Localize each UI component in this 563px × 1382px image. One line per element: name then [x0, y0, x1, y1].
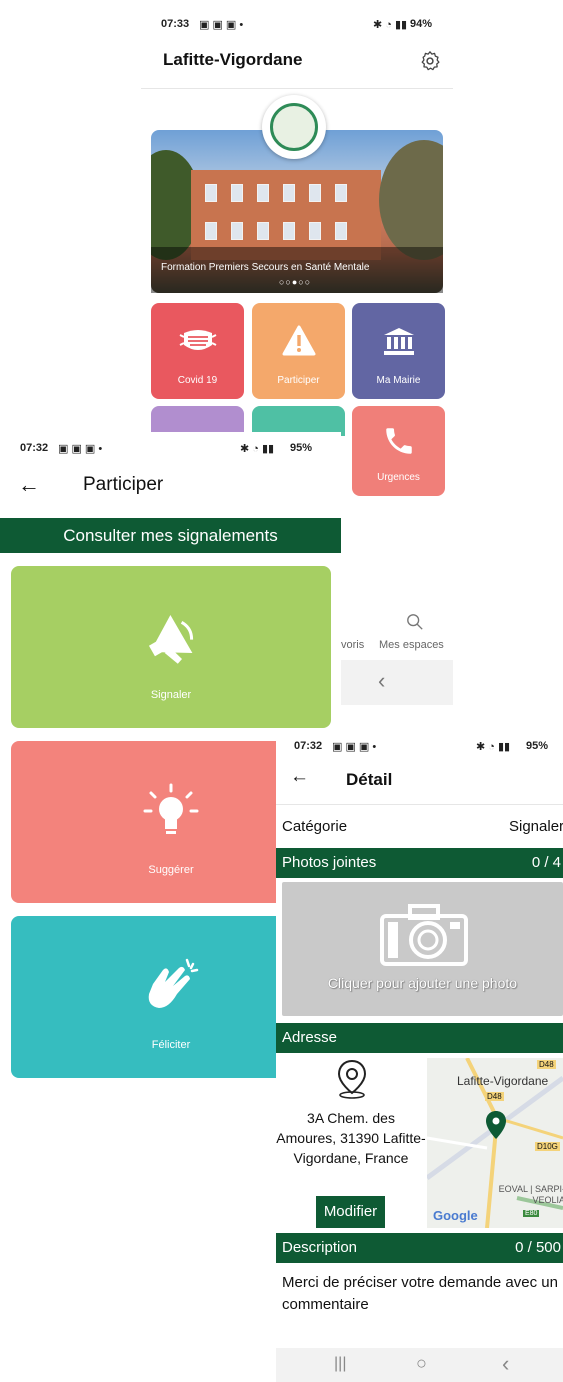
page-title: Participer — [83, 474, 164, 495]
map-marker-icon — [485, 1110, 507, 1145]
banner-caption: Formation Premiers Secours en Santé Ment… — [161, 262, 370, 273]
status-battery: 94% — [410, 18, 433, 30]
phone-icon — [352, 424, 445, 467]
header-divider — [141, 88, 453, 89]
address-text: 3A Chem. des Amoures, 31390 Lafitte-Vigo… — [276, 1110, 426, 1166]
map-road-label: D48 — [537, 1060, 556, 1069]
status-time: 07:32 — [20, 442, 49, 454]
detail-screen: 07:32 ▣ ▣ ▣ • ✱ ◔ ▮▮ 95% ← Détail Catégo… — [276, 728, 563, 1382]
tile-covid[interactable]: Covid 19 — [151, 303, 244, 399]
photos-section-header: Photos jointes 0 / 4 — [276, 848, 563, 878]
status-notification-icons: ▣ ▣ ▣ • — [58, 443, 103, 455]
tile-label: Participer — [277, 375, 320, 386]
nav-favoris-label[interactable]: voris — [341, 639, 364, 651]
home-bottom-nav-remnant: voris Mes espaces ‹ — [341, 605, 453, 705]
tile-ma-mairie[interactable]: Ma Mairie — [352, 303, 445, 399]
back-arrow-icon[interactable]: ← — [18, 472, 40, 498]
back-nav-button[interactable]: ‹ — [502, 1351, 509, 1377]
description-section-header: Description 0 / 500 — [276, 1233, 563, 1263]
lightbulb-icon — [143, 783, 199, 834]
modify-address-button[interactable]: Modifier — [316, 1196, 385, 1228]
status-battery: 95% — [290, 442, 313, 454]
card-signaler[interactable]: Signaler — [11, 566, 331, 728]
category-value: Signaler — [509, 818, 563, 835]
map-road-label: D48 — [485, 1092, 504, 1101]
add-photo-area[interactable]: Cliquer pour ajouter une photo — [282, 882, 563, 1016]
status-time: 07:32 — [294, 740, 323, 752]
camera-icon — [380, 904, 468, 966]
home-button[interactable]: ○ — [416, 1353, 427, 1374]
map-place-label: Lafitte-Vigordane — [457, 1074, 549, 1088]
add-photo-text: Cliquer pour ajouter une photo — [327, 975, 518, 991]
description-count: 0 / 500 — [515, 1239, 561, 1256]
header-divider — [276, 804, 563, 805]
description-input[interactable]: Merci de préciser votre demande avec un … — [282, 1272, 563, 1316]
megaphone-icon — [148, 614, 194, 664]
townhall-icon — [352, 325, 445, 366]
status-signal-icons: ✱ ◔ ▮▮ — [240, 443, 275, 455]
status-notification-icons: ▣ ▣ ▣ • — [199, 19, 244, 31]
system-nav-bar: ||| ○ ‹ — [276, 1348, 563, 1382]
status-battery: 95% — [526, 740, 549, 752]
search-icon[interactable] — [406, 613, 424, 636]
carousel-dots[interactable]: ○○●○○ — [279, 277, 311, 287]
town-logo — [262, 95, 326, 159]
recent-apps-button[interactable]: ||| — [334, 1355, 346, 1373]
google-logo: Google — [433, 1208, 478, 1223]
page-title: Lafitte-Vigordane — [163, 50, 303, 69]
category-label: Catégorie — [282, 818, 348, 835]
status-notification-icons: ▣ ▣ ▣ • — [332, 741, 377, 753]
consult-reports-button[interactable]: Consulter mes signalements — [0, 518, 341, 553]
location-map[interactable]: D48 Lafitte-Vigordane D48 D10G EOVAL | S… — [427, 1058, 563, 1228]
map-road-label: E80 — [523, 1210, 540, 1217]
tile-urgences[interactable]: Urgences — [352, 406, 445, 496]
back-nav-button[interactable]: ‹ — [378, 668, 385, 694]
gear-icon[interactable] — [419, 50, 441, 72]
page-title: Détail — [346, 770, 393, 789]
address-section-header: Adresse — [276, 1023, 563, 1053]
map-road-label: D10G — [535, 1142, 560, 1151]
tile-label: Urgences — [377, 472, 420, 483]
status-signal-icons: ✱ ◔ ▮▮ — [476, 741, 511, 753]
system-nav-bar: ‹ — [341, 660, 453, 705]
nav-mes-espaces-label[interactable]: Mes espaces — [379, 639, 444, 651]
card-label: Signaler — [150, 689, 192, 701]
description-label: Description — [282, 1239, 358, 1256]
tile-label: Covid 19 — [177, 375, 218, 386]
address-label: Adresse — [282, 1029, 338, 1046]
warning-icon — [252, 325, 345, 366]
status-time: 07:33 — [161, 18, 190, 30]
map-poi-label: EOVAL | SARPI-VEOLIA — [498, 1184, 563, 1205]
photos-count: 0 / 4 — [531, 854, 561, 871]
status-signal-icons: ✱ ◔ ▮▮ — [373, 19, 408, 31]
location-pin-icon — [334, 1059, 370, 1104]
back-arrow-icon[interactable]: ← — [290, 766, 309, 788]
clapping-hands-icon — [148, 958, 199, 1008]
tile-participer[interactable]: Participer — [252, 303, 345, 399]
photos-label: Photos jointes — [282, 854, 377, 871]
tile-label: Ma Mairie — [376, 375, 421, 386]
mask-icon — [151, 325, 244, 366]
